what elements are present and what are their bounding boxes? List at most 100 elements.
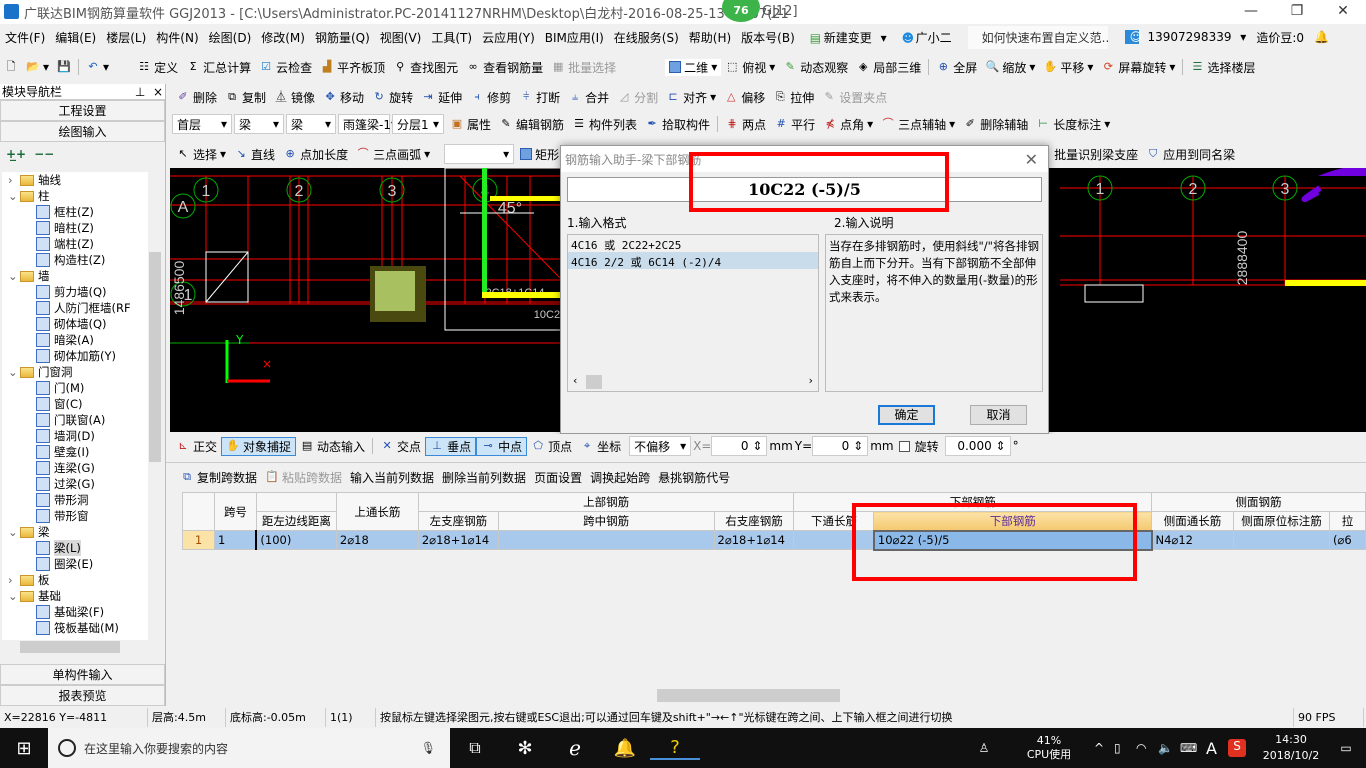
menu-component[interactable]: 构件(N) bbox=[151, 29, 203, 46]
trim-button[interactable]: ⫞ 修剪 bbox=[466, 89, 515, 106]
show-hidden-icons[interactable]: ^ bbox=[1094, 741, 1114, 755]
menu-bim[interactable]: BIM应用(I) bbox=[540, 29, 609, 46]
ok-button[interactable]: 确定 bbox=[878, 405, 935, 425]
tree-item[interactable]: 带形洞 bbox=[2, 492, 148, 508]
keyboard-icon[interactable]: ⌨ bbox=[1180, 741, 1206, 755]
chevron-down-icon[interactable]: ⌄ bbox=[8, 188, 20, 204]
glodon-app-icon[interactable]: ? bbox=[650, 737, 700, 760]
ime-indicator[interactable]: A bbox=[1206, 739, 1228, 758]
save-button[interactable]: 💾 bbox=[53, 60, 75, 74]
cell-mid-span[interactable] bbox=[497, 530, 715, 550]
tree-item[interactable]: 圈梁(E) bbox=[2, 556, 148, 572]
app-bell-icon[interactable]: 🔔 bbox=[600, 738, 650, 759]
delete-button[interactable]: ✐ 删除 bbox=[172, 89, 221, 106]
cantilever-code-button[interactable]: 悬挑钢筋代号 bbox=[654, 469, 734, 486]
stretch-button[interactable]: ⎘ 拉伸 bbox=[769, 89, 818, 106]
menu-modify[interactable]: 修改(M) bbox=[256, 29, 310, 46]
vertex-snap[interactable]: ⬠ 顶点 bbox=[527, 438, 576, 455]
tree-item[interactable]: 带形窗 bbox=[2, 508, 148, 524]
table-horizontal-scrollbar[interactable] bbox=[182, 688, 1366, 703]
cell-distance[interactable]: (100) bbox=[255, 530, 337, 550]
tree-item[interactable]: 壁龛(I) bbox=[2, 444, 148, 460]
x-input[interactable]: 0 ⇕ bbox=[711, 436, 768, 456]
format-list-scrollbar[interactable]: ‹ › bbox=[568, 374, 818, 391]
cell-right-support[interactable]: 2⌀18+1⌀14 bbox=[713, 530, 795, 550]
rotate-button[interactable]: ↻ 旋转 bbox=[368, 89, 417, 106]
user-account[interactable]: ☺ 13907298339 ▾ bbox=[1120, 30, 1252, 44]
notification-icon[interactable]: ▭ bbox=[1326, 741, 1366, 755]
select-tool-button[interactable]: ↖ 选择 ▾ bbox=[172, 146, 230, 163]
copy-button[interactable]: ⧉ 复制 bbox=[221, 89, 270, 106]
floor-select[interactable]: 首层 ▾ bbox=[172, 114, 232, 134]
menu-help[interactable]: 帮助(H) bbox=[684, 29, 736, 46]
offset-select[interactable]: 不偏移 ▾ bbox=[629, 436, 692, 456]
dynamic-input-toggle[interactable]: ▤ 动态输入 bbox=[296, 438, 369, 455]
offset-button[interactable]: △ 偏移 bbox=[720, 89, 769, 106]
align-button[interactable]: ⊏ 对齐 ▾ bbox=[662, 89, 720, 106]
page-setup-button[interactable]: 页面设置 bbox=[530, 469, 586, 486]
view-rebar-qty-button[interactable]: ∞ 查看钢筋量 bbox=[462, 59, 547, 76]
summary-calc-button[interactable]: Σ 汇总计算 bbox=[182, 59, 255, 76]
align-slab-top-button[interactable]: ▟ 平齐板顶 bbox=[316, 59, 389, 76]
microphone-icon[interactable]: 🎙 bbox=[421, 741, 436, 755]
cloud-check-button[interactable]: ☑ 云检查 bbox=[255, 59, 316, 76]
tree-vertical-scrollbar[interactable] bbox=[148, 172, 162, 640]
parallel-axis-button[interactable]: # 平行 bbox=[770, 116, 819, 133]
three-point-axis-button[interactable]: ⌒ 三点辅轴 ▾ bbox=[877, 116, 959, 133]
undo-button[interactable]: ↶ ▾ bbox=[82, 60, 113, 74]
rotate-checkbox[interactable] bbox=[898, 440, 910, 452]
properties-button[interactable]: ▣ 属性 bbox=[446, 116, 495, 133]
chevron-right-icon[interactable]: › bbox=[8, 172, 20, 188]
batch-select-button[interactable]: ▦ 批量选择 bbox=[547, 59, 620, 76]
tree-item[interactable]: 梁(L) bbox=[2, 540, 148, 556]
delete-axis-button[interactable]: ✐ 删除辅轴 bbox=[959, 116, 1032, 133]
tree-horizontal-scrollbar[interactable] bbox=[2, 640, 162, 654]
tree-item[interactable]: 门联窗(A) bbox=[2, 412, 148, 428]
line-tool-button[interactable]: ↘ 直线 bbox=[230, 146, 279, 163]
single-component-input-button[interactable]: 单构件输入 bbox=[0, 664, 165, 685]
sogou-icon[interactable]: S bbox=[1228, 739, 1246, 757]
type-select[interactable]: 梁 ▾ bbox=[286, 114, 336, 134]
tree-item[interactable]: 砌体加筋(Y) bbox=[2, 348, 148, 364]
restore-button[interactable]: ❐ bbox=[1274, 0, 1320, 24]
swap-start-span-button[interactable]: 调换起始跨 bbox=[586, 469, 654, 486]
pin-icon[interactable]: ⊥ bbox=[135, 85, 145, 99]
orbit-button[interactable]: ✎ 动态观察 bbox=[779, 59, 852, 76]
length-dimension-button[interactable]: ⊢ 长度标注 ▾ bbox=[1032, 116, 1114, 133]
object-snap-toggle[interactable]: ✋ 对象捕捉 bbox=[221, 436, 297, 456]
extend-button[interactable]: ⇥ 延伸 bbox=[417, 89, 466, 106]
cell-side-original[interactable] bbox=[1232, 530, 1330, 550]
windows-start-icon[interactable]: ⊞ bbox=[0, 738, 48, 759]
tree-folder[interactable]: › 板 bbox=[2, 572, 148, 588]
intersection-snap[interactable]: ✕ 交点 bbox=[376, 438, 425, 455]
perpendicular-snap[interactable]: ⊥ 垂点 bbox=[425, 436, 477, 456]
two-point-axis-button[interactable]: ⋕ 两点 bbox=[721, 116, 770, 133]
chevron-down-icon[interactable]: ⌄ bbox=[8, 524, 20, 540]
cell-side-continuous[interactable]: N4⌀12 bbox=[1151, 530, 1234, 550]
merge-button[interactable]: ⫨ 合并 bbox=[564, 89, 613, 106]
project-settings-button[interactable]: 工程设置 bbox=[0, 100, 165, 121]
pan-button[interactable]: ✋ 平移 ▾ bbox=[1039, 59, 1097, 76]
rectangle-tool-button[interactable]: 矩形 bbox=[516, 146, 563, 163]
split-button[interactable]: ◿ 分割 bbox=[613, 89, 662, 106]
component-list-button[interactable]: ☰ 构件列表 bbox=[568, 116, 641, 133]
local-3d-button[interactable]: ◈ 局部三维 bbox=[852, 59, 925, 76]
bell-icon[interactable]: 🔔 bbox=[1309, 30, 1329, 44]
menu-draw[interactable]: 绘图(D) bbox=[204, 29, 257, 46]
open-file-button[interactable]: 📂 ▾ bbox=[22, 60, 53, 74]
screen-rotate-button[interactable]: ⟳ 屏幕旋转 ▾ bbox=[1097, 59, 1179, 76]
layer-select[interactable]: 分层1 ▾ bbox=[392, 114, 444, 134]
nav-close-icon[interactable]: × bbox=[153, 85, 163, 99]
table-row[interactable]: 1 1 (100) 2⌀18 2⌀18+1⌀14 2⌀18+1⌀14 10⌀22… bbox=[182, 529, 1366, 551]
midpoint-snap[interactable]: ⊸ 中点 bbox=[476, 436, 528, 456]
chevron-right-icon[interactable]: › bbox=[8, 572, 20, 588]
task-view-icon[interactable]: ⧉ bbox=[450, 738, 500, 758]
copy-span-data-button[interactable]: ⧉ 复制跨数据 bbox=[176, 469, 261, 486]
tree-item[interactable]: 框柱(Z) bbox=[2, 204, 148, 220]
clock[interactable]: 14:30 2018/10/2 bbox=[1256, 732, 1326, 764]
tree-item[interactable]: 筏板基础(M) bbox=[2, 620, 148, 636]
format-option[interactable]: 4C16 或 2C22+2C25 bbox=[568, 235, 818, 252]
tree-item[interactable]: 人防门框墙(RF bbox=[2, 300, 148, 316]
chevron-down-icon[interactable]: ⌄ bbox=[8, 588, 20, 604]
set-grip-button[interactable]: ✎ 设置夹点 bbox=[818, 89, 891, 106]
